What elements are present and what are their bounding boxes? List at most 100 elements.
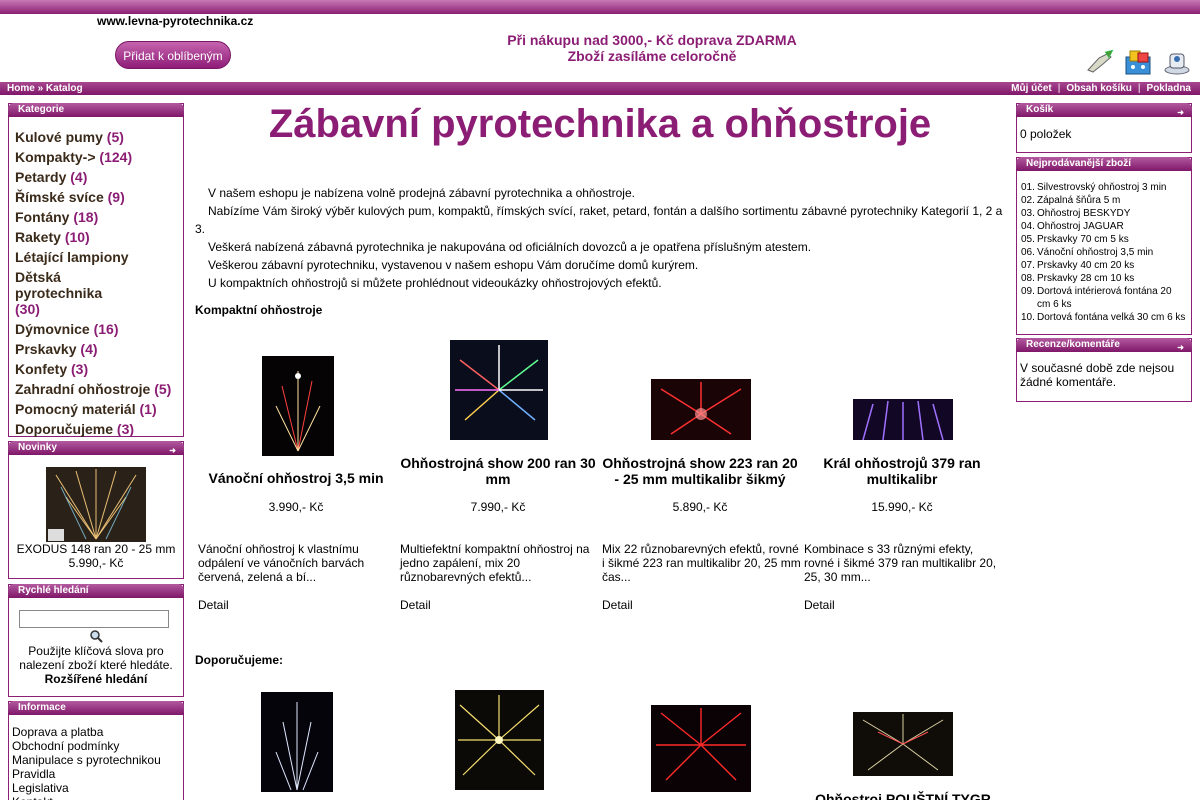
recommend-image[interactable] — [853, 712, 953, 776]
checkout-icon[interactable] — [1162, 48, 1192, 76]
information-link[interactable]: Manipulace s pyrotechnikou — [12, 753, 180, 767]
bestseller-item[interactable]: 06. Vánoční ohňostroj 3,5 min — [1021, 246, 1187, 259]
category-item[interactable]: Prskavky (4) — [15, 339, 183, 359]
information-link[interactable]: Doprava a platba — [12, 725, 180, 739]
category-item[interactable]: Zahradní ohňostroje (5) — [15, 379, 183, 399]
divider: | — [1137, 83, 1141, 94]
product-name[interactable]: Ohňostrojná show 200 ran 30 mm — [398, 455, 598, 487]
more-arrow-icon[interactable]: ➜ — [169, 444, 176, 458]
recommend-heading: Doporučujeme: — [195, 653, 284, 667]
category-item[interactable]: Římské svíce (9) — [15, 187, 183, 207]
category-count: (5) — [154, 381, 172, 397]
product-image[interactable] — [651, 379, 751, 440]
bestseller-rank: 04. — [1021, 221, 1035, 232]
bestseller-item[interactable]: 07. Prskavky 40 cm 20 ks — [1021, 259, 1187, 272]
bestseller-item[interactable]: 09. Dortová intérierová fontána 20 cm 6 k… — [1021, 285, 1187, 311]
search-input[interactable] — [19, 610, 169, 628]
cart-icon[interactable] — [1124, 48, 1154, 76]
product-name[interactable]: Vánoční ohňostroj 3,5 min — [196, 470, 396, 486]
bestseller-item[interactable]: 05. Prskavky 70 cm 5 ks — [1021, 233, 1187, 246]
bestseller-label: Prskavky 40 cm 20 ks — [1037, 260, 1135, 271]
bestseller-label: Ohňostroj BESKYDY — [1037, 208, 1131, 219]
account-icon[interactable] — [1085, 48, 1115, 76]
page-title: Zábavní pyrotechnika a ohňostroje — [268, 102, 932, 146]
recommend-image[interactable] — [261, 692, 333, 792]
breadcrumb: Home » Katalog — [7, 82, 83, 95]
category-item[interactable]: Doporučujeme (3) — [15, 419, 183, 439]
cart-title: Košík — [1026, 104, 1054, 115]
product-name[interactable]: Král ohňostrojů 379 ran multikalibr — [802, 455, 1002, 487]
category-item[interactable]: Fontány (18) — [15, 207, 183, 227]
cart-contents-link[interactable]: Obsah košíku — [1066, 83, 1132, 94]
reviews-box: Recenze/komentáře ➜ V současné době zde n… — [1016, 338, 1192, 402]
product-detail-link[interactable]: Detail — [198, 598, 229, 612]
product-name[interactable]: Ohňostrojná show 223 ran 20 - 25 mm mult… — [600, 455, 800, 487]
category-count: (18) — [73, 209, 99, 225]
bestseller-item[interactable]: 01. Silvestrovský ohňostroj 3 min — [1021, 181, 1187, 194]
top-bar — [0, 0, 1200, 14]
new-product-image[interactable] — [46, 467, 146, 542]
bestseller-item[interactable]: 03. Ohňostroj BESKYDY — [1021, 207, 1187, 220]
information-link[interactable]: Pravidla — [12, 767, 180, 781]
category-label: Rakety — [15, 229, 61, 245]
new-products-title: Novinky — [18, 442, 57, 453]
bestseller-rank: 07. — [1021, 260, 1035, 271]
bestseller-item[interactable]: 08. Prskavky 28 cm 10 ks — [1021, 272, 1187, 285]
product-detail-link[interactable]: Detail — [602, 598, 633, 612]
category-item[interactable]: Kompakty-> (124) — [15, 147, 183, 167]
category-label: Prskavky — [15, 341, 77, 357]
breadcrumb-separator: » — [37, 83, 44, 94]
product-image[interactable] — [853, 399, 953, 440]
bestseller-rank: 06. — [1021, 247, 1035, 258]
category-count: (10) — [64, 229, 90, 245]
category-item[interactable]: Kulové pumy (5) — [15, 127, 183, 147]
compact-heading: Kompaktní ohňostroje — [195, 303, 323, 317]
category-item[interactable]: Létající lampiony — [15, 247, 183, 267]
bestseller-item[interactable]: 02. Zápalná šňůra 5 m — [1021, 194, 1187, 207]
promo-line-2: Zboží zasíláme celoročně — [567, 48, 737, 64]
product-image[interactable] — [450, 340, 548, 440]
bestseller-item[interactable]: 10. Dortová fontána velká 30 cm 6 ks — [1021, 311, 1187, 324]
information-link[interactable]: Kontakt — [12, 795, 180, 800]
recommend-image[interactable] — [455, 690, 544, 790]
information-link[interactable]: Obchodní podmínky — [12, 739, 180, 753]
bestseller-rank: 01. — [1021, 182, 1035, 193]
advanced-search-link[interactable]: Rozšířené hledání — [13, 672, 179, 686]
breadcrumb-catalog[interactable]: Katalog — [46, 83, 83, 94]
account-links: Můj účet | Obsah košíku | Pokladna — [1011, 82, 1191, 95]
recommend-product-name[interactable]: Ohňostroj POUŠTNÍ TYGR — [803, 791, 1003, 800]
bestseller-rank: 09. — [1021, 286, 1035, 297]
bestseller-label: Dortová intérierová fontána 20 cm 6 ks — [1037, 286, 1172, 310]
category-item[interactable]: Petardy (4) — [15, 167, 183, 187]
divider: | — [1057, 83, 1061, 94]
more-arrow-icon[interactable]: ➜ — [1177, 106, 1184, 120]
checkout-link[interactable]: Pokladna — [1147, 83, 1191, 94]
add-to-favorites-button[interactable]: Přidat k oblíbeným — [115, 41, 231, 69]
bestseller-label: Silvestrovský ohňostroj 3 min — [1037, 182, 1167, 193]
category-item[interactable]: Rakety (10) — [15, 227, 183, 247]
my-account-link[interactable]: Můj účet — [1011, 83, 1052, 94]
product-description: Multiefektní kompaktní ohňostroj na jedn… — [400, 542, 590, 584]
breadcrumb-home[interactable]: Home — [7, 83, 35, 94]
bestseller-label: Prskavky 28 cm 10 ks — [1037, 273, 1135, 284]
bestseller-item[interactable]: 04. Ohňostroj JAGUAR — [1021, 220, 1187, 233]
category-label: Pomocný materiál — [15, 401, 136, 417]
category-label: Doporučujeme — [15, 421, 114, 437]
category-item[interactable]: Dětská pyrotechnika (30) — [15, 267, 125, 319]
cart-box: Košík ➜ 0 položek — [1016, 103, 1192, 153]
reviews-title: Recenze/komentáře — [1026, 339, 1120, 350]
search-icon[interactable] — [89, 629, 103, 643]
product-image[interactable] — [262, 356, 334, 456]
product-detail-link[interactable]: Detail — [804, 598, 835, 612]
recommend-image[interactable] — [651, 705, 751, 792]
bestsellers-header: Nejprodávanější zboží — [1016, 157, 1192, 171]
category-item[interactable]: Dýmovnice (16) — [15, 319, 183, 339]
information-link[interactable]: Legislativa — [12, 781, 180, 795]
product-detail-link[interactable]: Detail — [400, 598, 431, 612]
category-label: Dětská pyrotechnika — [15, 269, 103, 301]
more-arrow-icon[interactable]: ➜ — [1177, 341, 1184, 355]
new-product-name[interactable]: EXODUS 148 ran 20 - 25 mm — [9, 542, 183, 556]
category-item[interactable]: Konfety (3) — [15, 359, 183, 379]
category-item[interactable]: Pomocný materiál (1) — [15, 399, 183, 419]
bestseller-rank: 05. — [1021, 234, 1035, 245]
